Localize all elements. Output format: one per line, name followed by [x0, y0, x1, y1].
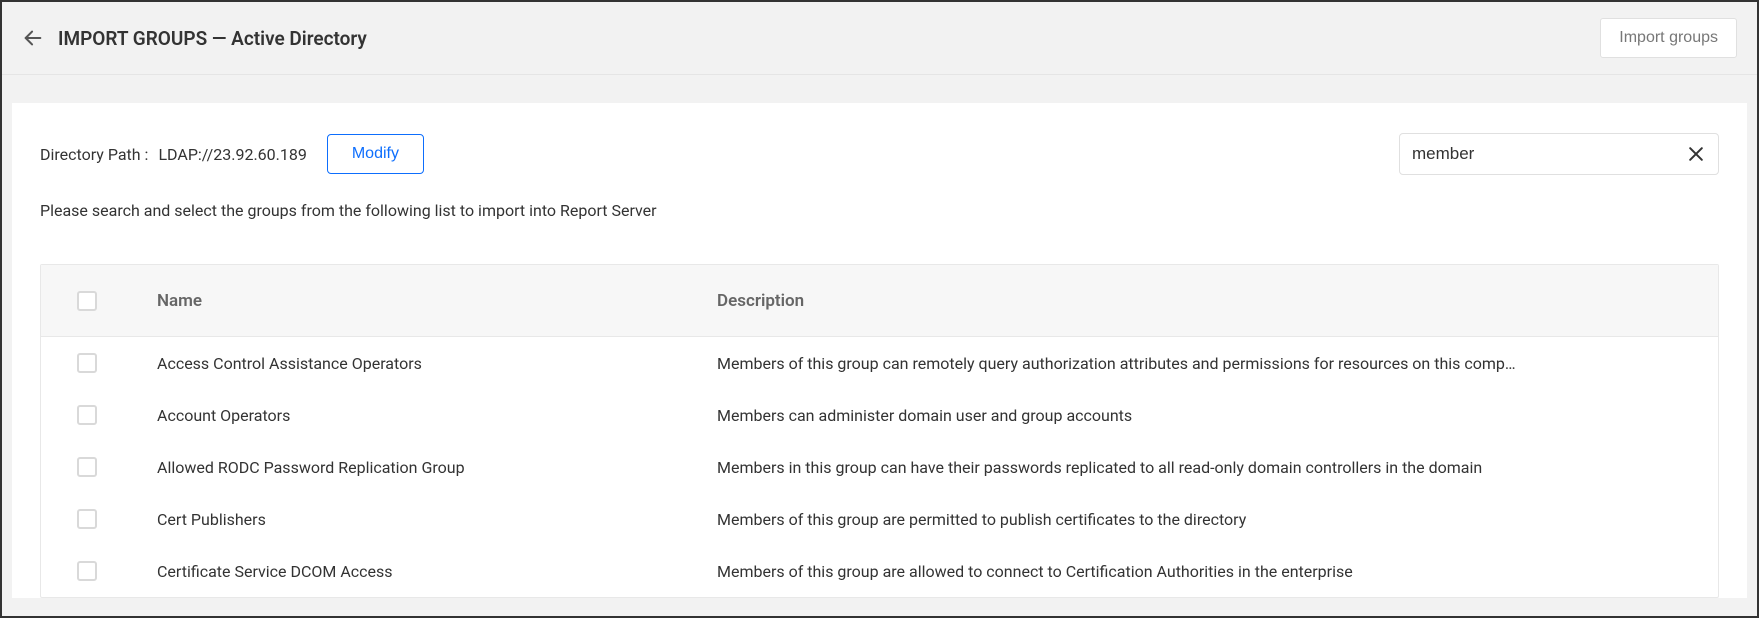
directory-path-value: LDAP://23.92.60.189 — [158, 145, 306, 164]
row-checkbox[interactable] — [77, 509, 97, 529]
path-left: Directory Path : LDAP://23.92.60.189 Mod… — [40, 134, 424, 174]
row-name: Cert Publishers — [157, 510, 717, 529]
row-checkbox-cell — [77, 353, 157, 373]
row-checkbox-cell — [77, 457, 157, 477]
table-row: Certificate Service DCOM Access Members … — [41, 545, 1718, 597]
row-name: Account Operators — [157, 406, 717, 425]
directory-path-row: Directory Path : LDAP://23.92.60.189 Mod… — [40, 133, 1719, 175]
table-row: Account Operators Members can administer… — [41, 389, 1718, 441]
row-checkbox[interactable] — [77, 561, 97, 581]
row-description: Members can administer domain user and g… — [717, 406, 1682, 425]
select-all-checkbox[interactable] — [77, 291, 97, 311]
row-description: Members of this group are permitted to p… — [717, 510, 1682, 529]
table-header: Name Description — [41, 265, 1718, 337]
header-left: IMPORT GROUPS — Active Directory — [22, 27, 367, 50]
search-input[interactable] — [1412, 144, 1686, 164]
main-panel: Directory Path : LDAP://23.92.60.189 Mod… — [12, 103, 1747, 598]
table-row: Cert Publishers Members of this group ar… — [41, 493, 1718, 545]
row-checkbox[interactable] — [77, 457, 97, 477]
page-title: IMPORT GROUPS — Active Directory — [58, 27, 367, 50]
header-bar: IMPORT GROUPS — Active Directory Import … — [2, 2, 1757, 75]
groups-table: Name Description Access Control Assistan… — [40, 264, 1719, 598]
directory-path-label: Directory Path : — [40, 145, 148, 164]
table-row: Access Control Assistance Operators Memb… — [41, 337, 1718, 389]
row-checkbox[interactable] — [77, 353, 97, 373]
search-box — [1399, 133, 1719, 175]
modify-button[interactable]: Modify — [327, 134, 424, 174]
row-name: Access Control Assistance Operators — [157, 354, 717, 373]
row-description: Members of this group can remotely query… — [717, 354, 1682, 373]
row-checkbox-cell — [77, 561, 157, 581]
column-header-description[interactable]: Description — [717, 291, 1682, 311]
instruction-text: Please search and select the groups from… — [40, 201, 1719, 220]
row-description: Members of this group are allowed to con… — [717, 562, 1682, 581]
spacer — [2, 75, 1757, 103]
row-checkbox-cell — [77, 509, 157, 529]
header-checkbox-cell — [77, 291, 157, 311]
clear-search-icon[interactable] — [1686, 144, 1706, 164]
back-arrow-icon[interactable] — [22, 27, 44, 49]
row-name: Certificate Service DCOM Access — [157, 562, 717, 581]
table-row: Allowed RODC Password Replication Group … — [41, 441, 1718, 493]
row-checkbox[interactable] — [77, 405, 97, 425]
import-groups-button[interactable]: Import groups — [1600, 18, 1737, 58]
column-header-name[interactable]: Name — [157, 291, 717, 311]
row-description: Members in this group can have their pas… — [717, 458, 1682, 477]
row-checkbox-cell — [77, 405, 157, 425]
row-name: Allowed RODC Password Replication Group — [157, 458, 717, 477]
